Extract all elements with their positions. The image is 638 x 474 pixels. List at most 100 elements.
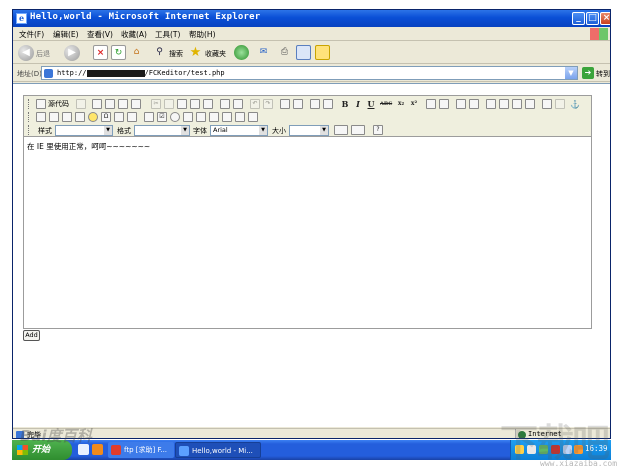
menu-edit[interactable]: 编辑(E) <box>53 29 79 40</box>
checkbox-icon[interactable]: ☑ <box>157 112 167 122</box>
forward-button[interactable]: ▶ <box>64 45 80 61</box>
underline-icon[interactable]: U <box>366 99 376 109</box>
anchor-icon[interactable]: ⚓ <box>569 99 580 109</box>
about-icon[interactable]: ? <box>373 125 383 135</box>
editor-body[interactable]: 在 IE 里使用正常，呵呵~~~~~~~ <box>24 138 591 328</box>
style-combo[interactable]: ▼ <box>55 125 113 136</box>
back-button[interactable]: ◀ <box>18 45 34 61</box>
stop-icon[interactable]: × <box>93 45 108 60</box>
select-all-icon[interactable] <box>310 99 320 109</box>
select-field-icon[interactable] <box>209 112 219 122</box>
source-icon <box>36 99 46 109</box>
radio-icon[interactable] <box>170 112 180 122</box>
media-icon[interactable] <box>234 45 249 60</box>
menu-favorites[interactable]: 收藏(A) <box>121 29 147 40</box>
edit-page-icon[interactable] <box>296 45 311 60</box>
add-button[interactable]: Add <box>23 330 40 341</box>
address-input[interactable]: http:// /FCKeditor/test.php ▼ <box>41 66 578 80</box>
fckeditor: 源代码 ✂ ↶ ↷ B I U ABC x₂ x² ⚓ Ω ☑ 样式 ▼ 格式 … <box>23 95 592 329</box>
menu-tools[interactable]: 工具(T) <box>155 29 180 40</box>
flash-icon[interactable] <box>49 112 59 122</box>
unordered-list-icon[interactable] <box>439 99 449 109</box>
align-center-icon[interactable] <box>499 99 509 109</box>
undo-icon[interactable]: ↶ <box>250 99 260 109</box>
address-bar: 地址(D) http:// /FCKeditor/test.php ▼ ➔ 转到 <box>13 65 610 82</box>
go-arrow-icon[interactable]: ➔ <box>582 67 594 79</box>
horizontal-rule-icon[interactable] <box>75 112 85 122</box>
address-dropdown-icon[interactable]: ▼ <box>565 67 577 79</box>
subscript-icon[interactable]: x₂ <box>396 99 406 109</box>
special-char-icon[interactable]: Ω <box>101 112 111 122</box>
task-ftp[interactable]: ftp [求助] F... <box>108 442 174 458</box>
superscript-icon[interactable]: x² <box>409 99 419 109</box>
spellcheck-icon[interactable] <box>233 99 243 109</box>
source-button[interactable]: 源代码 <box>36 98 69 110</box>
find-icon[interactable] <box>280 99 290 109</box>
preview-icon[interactable] <box>118 99 128 109</box>
watermark-right-sub: www.xiazaiba.com <box>540 459 618 468</box>
go-button[interactable]: 转到 <box>596 69 610 79</box>
smiley-icon[interactable] <box>88 112 98 122</box>
favorites-star-icon[interactable]: ★ <box>188 45 203 60</box>
bg-color-icon[interactable] <box>351 125 365 135</box>
search-icon[interactable]: ⚲ <box>152 45 167 60</box>
text-color-icon[interactable] <box>334 125 348 135</box>
strike-icon[interactable]: ABC <box>379 99 392 109</box>
print-icon[interactable]: ⎙ <box>277 45 292 60</box>
hidden-field-icon[interactable] <box>248 112 258 122</box>
paste-icon[interactable] <box>177 99 187 109</box>
close-button[interactable]: × <box>600 12 610 25</box>
image-icon[interactable] <box>36 112 46 122</box>
page-break-icon[interactable] <box>114 112 124 122</box>
quicklaunch-icon[interactable] <box>92 444 103 455</box>
refresh-icon[interactable]: ↻ <box>111 45 126 60</box>
textarea-icon[interactable] <box>196 112 206 122</box>
copy-icon[interactable] <box>164 99 174 109</box>
paste-word-icon[interactable] <box>203 99 213 109</box>
image-button-icon[interactable] <box>235 112 245 122</box>
doc-props-icon[interactable] <box>76 99 86 109</box>
save-icon[interactable] <box>92 99 102 109</box>
home-icon[interactable]: ⌂ <box>129 45 144 60</box>
maximize-button[interactable]: □ <box>586 12 599 25</box>
paste-text-icon[interactable] <box>190 99 200 109</box>
link-icon[interactable] <box>542 99 552 109</box>
url-path: /FCKeditor/test.php <box>144 69 225 77</box>
redo-icon[interactable]: ↷ <box>263 99 273 109</box>
align-left-icon[interactable] <box>486 99 496 109</box>
address-label: 地址(D) <box>17 70 42 78</box>
cut-icon[interactable]: ✂ <box>151 99 161 109</box>
mail-icon[interactable]: ✉ <box>256 45 271 60</box>
remove-format-icon[interactable] <box>323 99 333 109</box>
format-combo[interactable]: ▼ <box>134 125 190 136</box>
print-icon[interactable] <box>220 99 230 109</box>
templates-icon[interactable] <box>131 99 141 109</box>
bold-icon[interactable]: B <box>340 99 350 109</box>
font-combo[interactable]: Arial ▼ <box>210 125 268 136</box>
menu-help[interactable]: 帮助(H) <box>189 29 216 40</box>
new-page-icon[interactable] <box>105 99 115 109</box>
button-field-icon[interactable] <box>222 112 232 122</box>
replace-icon[interactable] <box>293 99 303 109</box>
size-combo[interactable]: ▼ <box>289 125 329 136</box>
ie-icon <box>179 446 189 456</box>
unlink-icon[interactable] <box>555 99 565 109</box>
table-icon[interactable] <box>62 112 72 122</box>
align-right-icon[interactable] <box>512 99 522 109</box>
minimize-button[interactable]: _ <box>572 12 585 25</box>
outdent-icon[interactable] <box>456 99 466 109</box>
indent-icon[interactable] <box>469 99 479 109</box>
form-icon[interactable] <box>144 112 154 122</box>
universal-key-icon[interactable] <box>127 112 137 122</box>
search-label[interactable]: 搜索 <box>169 49 183 59</box>
messenger-icon[interactable] <box>315 45 330 60</box>
text-field-icon[interactable] <box>183 112 193 122</box>
favorites-label[interactable]: 收藏夹 <box>205 49 226 59</box>
menu-view[interactable]: 查看(V) <box>87 29 113 40</box>
ordered-list-icon[interactable] <box>426 99 436 109</box>
title-bar[interactable]: e Hello,world - Microsoft Internet Explo… <box>13 10 610 27</box>
task-ie[interactable]: Hello,world - Mi... <box>175 442 261 458</box>
italic-icon[interactable]: I <box>353 99 363 109</box>
align-justify-icon[interactable] <box>525 99 535 109</box>
menu-file[interactable]: 文件(F) <box>19 29 44 40</box>
